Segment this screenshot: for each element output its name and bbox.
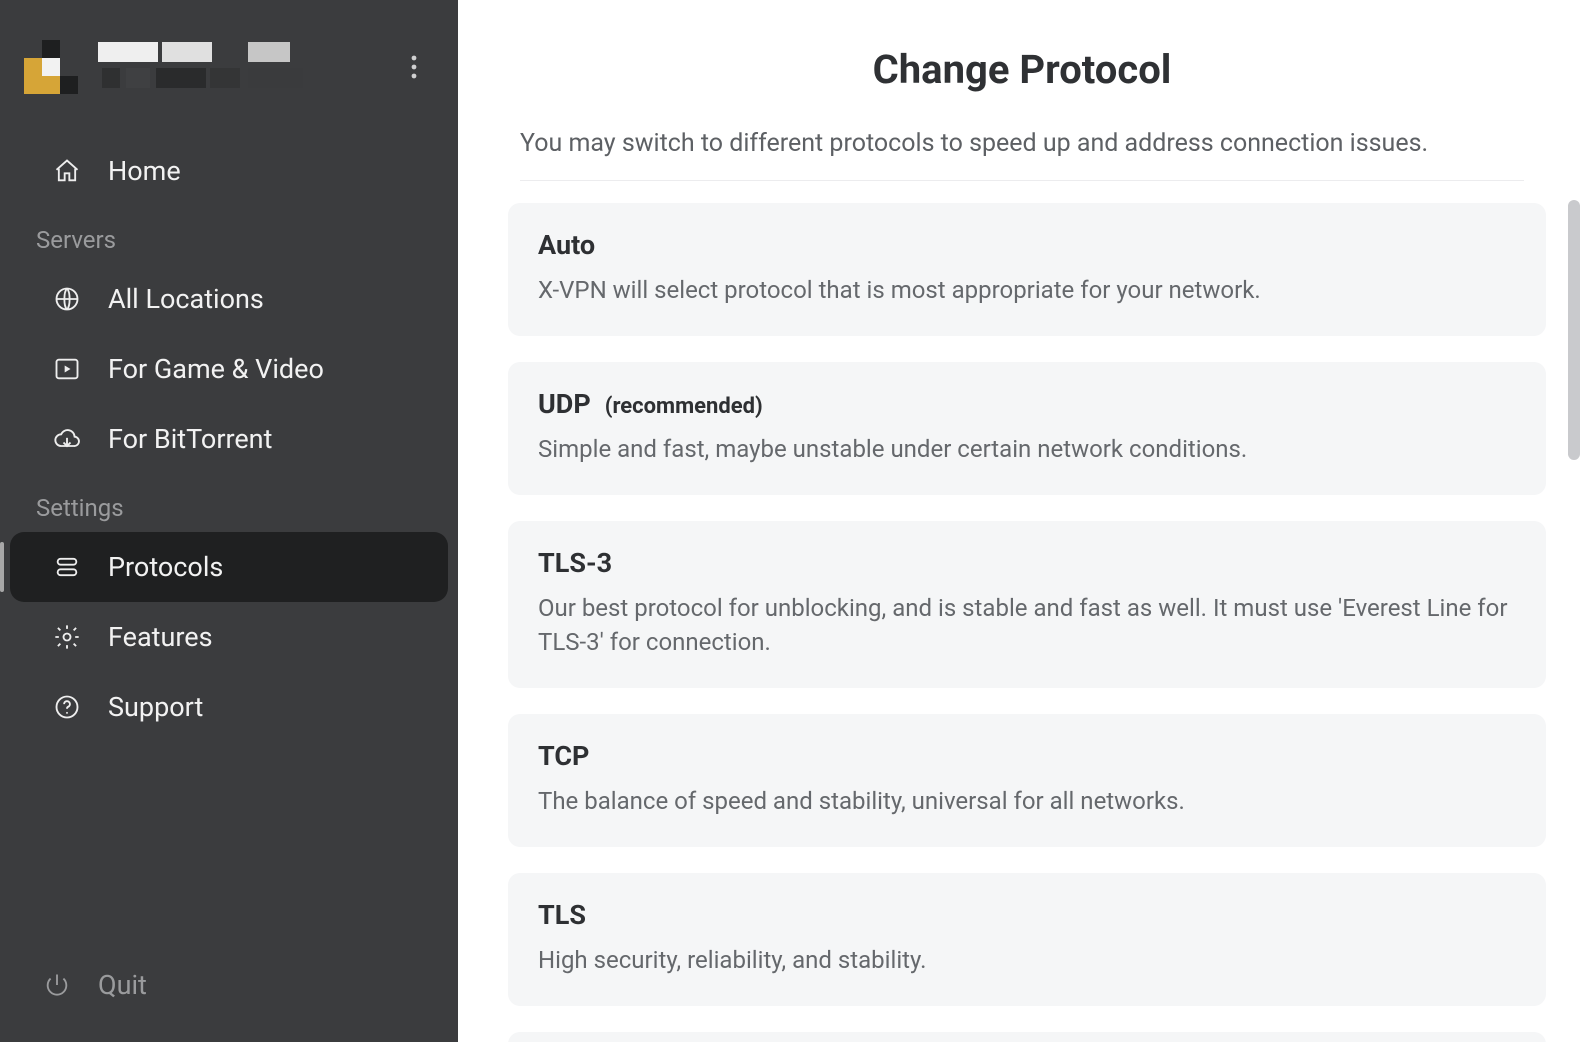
play-box-icon <box>52 354 82 384</box>
nav-game-video[interactable]: For Game & Video <box>10 334 448 404</box>
quit-label: Quit <box>98 969 147 1001</box>
more-menu-button[interactable] <box>394 47 434 87</box>
nav-all-locations-label: All Locations <box>108 283 264 315</box>
brand-text-obscured <box>98 38 394 96</box>
protocol-desc: X-VPN will select protocol that is most … <box>538 273 1516 308</box>
nav-game-video-label: For Game & Video <box>108 353 324 385</box>
gear-icon <box>52 622 82 652</box>
nav-features-label: Features <box>108 621 213 653</box>
protocol-card-tls3[interactable]: TLS-3 Our best protocol for unblocking, … <box>508 521 1546 689</box>
protocol-name: TLS <box>538 899 586 931</box>
quit-button[interactable]: Quit <box>0 950 458 1020</box>
sidebar-bottom: Quit <box>0 950 458 1042</box>
protocol-card-http[interactable]: HTTP <box>508 1032 1546 1042</box>
page-title: Change Protocol <box>458 46 1586 93</box>
protocol-desc: High security, reliability, and stabilit… <box>538 943 1516 978</box>
protocol-name: TCP <box>538 740 589 772</box>
nav-protocols-label: Protocols <box>108 551 223 583</box>
nav: Home Servers All Locations For Game & Vi… <box>0 126 458 742</box>
app-logo-icon <box>24 40 78 94</box>
power-icon <box>42 970 72 1000</box>
protocol-card-udp[interactable]: UDP (recommended) Simple and fast, maybe… <box>508 362 1546 495</box>
protocol-desc: Our best protocol for unblocking, and is… <box>538 591 1516 661</box>
scrollbar-thumb[interactable] <box>1568 200 1580 460</box>
protocol-desc: The balance of speed and stability, univ… <box>538 784 1516 819</box>
protocol-card-tls[interactable]: TLS High security, reliability, and stab… <box>508 873 1546 1006</box>
section-servers: Servers <box>0 206 458 264</box>
sidebar: Home Servers All Locations For Game & Vi… <box>0 0 458 1042</box>
protocol-list[interactable]: Auto X-VPN will select protocol that is … <box>458 181 1586 1042</box>
protocol-tag: (recommended) <box>605 394 763 419</box>
protocol-name: TLS-3 <box>538 547 612 579</box>
section-settings: Settings <box>0 474 458 532</box>
globe-icon <box>52 284 82 314</box>
protocol-name: UDP <box>538 388 591 420</box>
nav-bittorrent[interactable]: For BitTorrent <box>10 404 448 474</box>
protocol-card-auto[interactable]: Auto X-VPN will select protocol that is … <box>508 203 1546 336</box>
nav-features[interactable]: Features <box>10 602 448 672</box>
nav-support[interactable]: Support <box>10 672 448 742</box>
cloud-download-icon <box>52 424 82 454</box>
protocol-desc: Simple and fast, maybe unstable under ce… <box>538 432 1516 467</box>
main: Change Protocol You may switch to differ… <box>458 0 1586 1042</box>
nav-bittorrent-label: For BitTorrent <box>108 423 272 455</box>
nav-all-locations[interactable]: All Locations <box>10 264 448 334</box>
nav-home-label: Home <box>108 155 181 187</box>
nav-home[interactable]: Home <box>10 136 448 206</box>
home-icon <box>52 156 82 186</box>
nav-protocols[interactable]: Protocols <box>10 532 448 602</box>
help-icon <box>52 692 82 722</box>
brand-row <box>0 28 458 126</box>
protocol-card-tcp[interactable]: TCP The balance of speed and stability, … <box>508 714 1546 847</box>
nav-support-label: Support <box>108 691 203 723</box>
page-subtitle: You may switch to different protocols to… <box>520 129 1524 181</box>
protocol-name: Auto <box>538 229 595 261</box>
protocols-icon <box>52 552 82 582</box>
